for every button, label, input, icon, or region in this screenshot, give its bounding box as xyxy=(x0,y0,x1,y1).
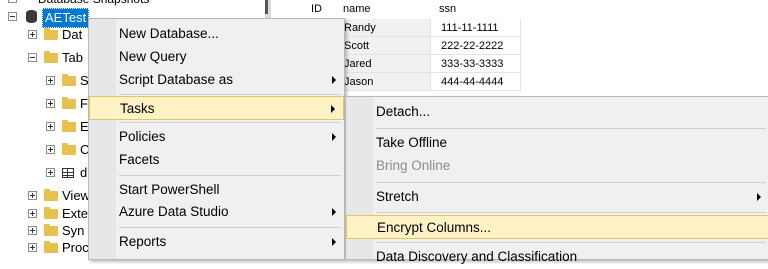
database-context-menu: New Database... New Query Script Databas… xyxy=(88,18,345,260)
database-icon xyxy=(26,10,37,23)
folder-icon xyxy=(44,207,58,219)
menu-item-encrypt-columns[interactable]: Encrypt Columns... xyxy=(346,215,768,239)
menu-item-label: Reports xyxy=(119,234,167,249)
tree-node-label: Exte xyxy=(62,206,89,221)
grid-cell-name[interactable]: Scott xyxy=(341,37,431,55)
folder-icon xyxy=(44,241,58,253)
folder-icon xyxy=(62,97,76,109)
menu-item-label: Policies xyxy=(119,129,166,144)
tree-node-label: AETest xyxy=(42,8,90,28)
expand-icon[interactable] xyxy=(28,243,37,252)
expand-icon[interactable] xyxy=(46,122,55,131)
expand-icon[interactable] xyxy=(46,76,55,85)
menu-item-new-database[interactable]: New Database... xyxy=(89,22,344,46)
tree-node-label: Dat xyxy=(62,27,83,42)
grid-cell-ssn[interactable]: 333-33-3333 xyxy=(431,55,521,73)
tree-node-label: View xyxy=(62,188,90,203)
menu-separator xyxy=(376,182,766,183)
menu-item-take-offline[interactable]: Take Offline xyxy=(346,131,768,155)
submenu-arrow-icon xyxy=(332,238,336,246)
submenu-arrow-icon xyxy=(331,105,335,113)
expand-icon[interactable] xyxy=(46,168,55,177)
collapse-icon[interactable] xyxy=(8,12,17,21)
tree-node-label: F xyxy=(80,96,88,111)
folder-icon xyxy=(44,51,58,63)
menu-item-reports[interactable]: Reports xyxy=(89,230,344,254)
menu-item-label: Script Database as xyxy=(119,72,234,87)
menu-item-label: Detach... xyxy=(376,104,431,119)
menu-item-facets[interactable]: Facets xyxy=(89,148,344,172)
tree-node-label: Tab xyxy=(62,50,83,65)
table-icon xyxy=(62,168,74,178)
menu-item-label: Encrypt Columns... xyxy=(377,220,492,235)
submenu-arrow-icon xyxy=(757,193,761,201)
menu-item-label: Stretch xyxy=(376,189,419,204)
menu-item-script-database-as[interactable]: Script Database as xyxy=(89,68,344,92)
menu-item-label: Data Discovery and Classification xyxy=(376,249,578,264)
menu-separator xyxy=(119,122,341,123)
submenu-arrow-icon xyxy=(332,208,336,216)
menu-item-start-powershell[interactable]: Start PowerShell xyxy=(89,178,344,202)
folder-icon xyxy=(44,28,58,40)
menu-item-label: New Query xyxy=(119,49,187,64)
tree-node-label: d xyxy=(80,165,88,180)
menu-item-label: Bring Online xyxy=(376,158,451,173)
grid-cell-name[interactable]: Randy xyxy=(341,19,431,37)
menu-item-bring-online: Bring Online xyxy=(346,154,768,178)
grid-cell-name[interactable]: Jared xyxy=(341,55,431,73)
folder-icon xyxy=(62,74,76,86)
column-header-id[interactable]: ID xyxy=(311,0,335,19)
expand-icon[interactable] xyxy=(28,226,37,235)
expand-icon[interactable] xyxy=(28,191,37,200)
menu-separator xyxy=(119,227,341,228)
folder-icon xyxy=(44,224,58,236)
menu-item-data-discovery[interactable]: Data Discovery and Classification xyxy=(346,245,768,269)
menu-item-azure-data-studio[interactable]: Azure Data Studio xyxy=(89,200,344,224)
folder-icon xyxy=(44,189,58,201)
menu-item-label: Tasks xyxy=(120,101,155,116)
menu-item-tasks[interactable]: Tasks xyxy=(89,96,344,120)
collapse-icon[interactable] xyxy=(8,0,17,3)
grid-cell-ssn[interactable]: 444-44-4444 xyxy=(431,73,521,91)
folder-icon xyxy=(62,143,76,155)
expand-icon[interactable] xyxy=(28,209,37,218)
grid-cell-name[interactable]: Jason xyxy=(341,73,431,91)
submenu-arrow-icon xyxy=(332,133,336,141)
folder-icon xyxy=(62,120,76,132)
menu-item-detach[interactable]: Detach... xyxy=(346,100,768,124)
menu-item-label: Azure Data Studio xyxy=(119,204,229,219)
menu-item-stretch[interactable]: Stretch xyxy=(346,185,768,209)
tree-node-label: Proc xyxy=(62,240,89,253)
column-header-ssn[interactable]: ssn xyxy=(439,0,519,18)
grid-cell-ssn[interactable]: 111-11-1111 xyxy=(431,19,521,37)
grid-cell-ssn[interactable]: 222-22-2222 xyxy=(431,37,521,55)
expand-icon[interactable] xyxy=(46,99,55,108)
column-header-name[interactable]: name xyxy=(343,0,423,18)
tasks-submenu: Detach... Take Offline Bring Online Stre… xyxy=(345,96,768,264)
expand-icon[interactable] xyxy=(28,30,37,39)
menu-item-label: New Database... xyxy=(119,26,219,41)
menu-separator xyxy=(376,212,766,213)
menu-item-policies[interactable]: Policies xyxy=(89,125,344,149)
tree-node-label: Database Snapshots xyxy=(38,0,149,8)
menu-item-label: Facets xyxy=(119,152,160,167)
submenu-arrow-icon xyxy=(332,76,336,84)
menu-separator xyxy=(376,128,766,129)
menu-separator xyxy=(376,242,766,243)
collapse-icon[interactable] xyxy=(28,53,37,62)
expand-icon[interactable] xyxy=(46,145,55,154)
tree-node-label: Syn xyxy=(62,223,85,238)
menu-item-label: Take Offline xyxy=(376,135,448,150)
menu-separator xyxy=(119,94,341,95)
menu-item-label: Start PowerShell xyxy=(119,182,220,197)
menu-item-new-query[interactable]: New Query xyxy=(89,45,344,69)
menu-separator xyxy=(119,175,341,176)
